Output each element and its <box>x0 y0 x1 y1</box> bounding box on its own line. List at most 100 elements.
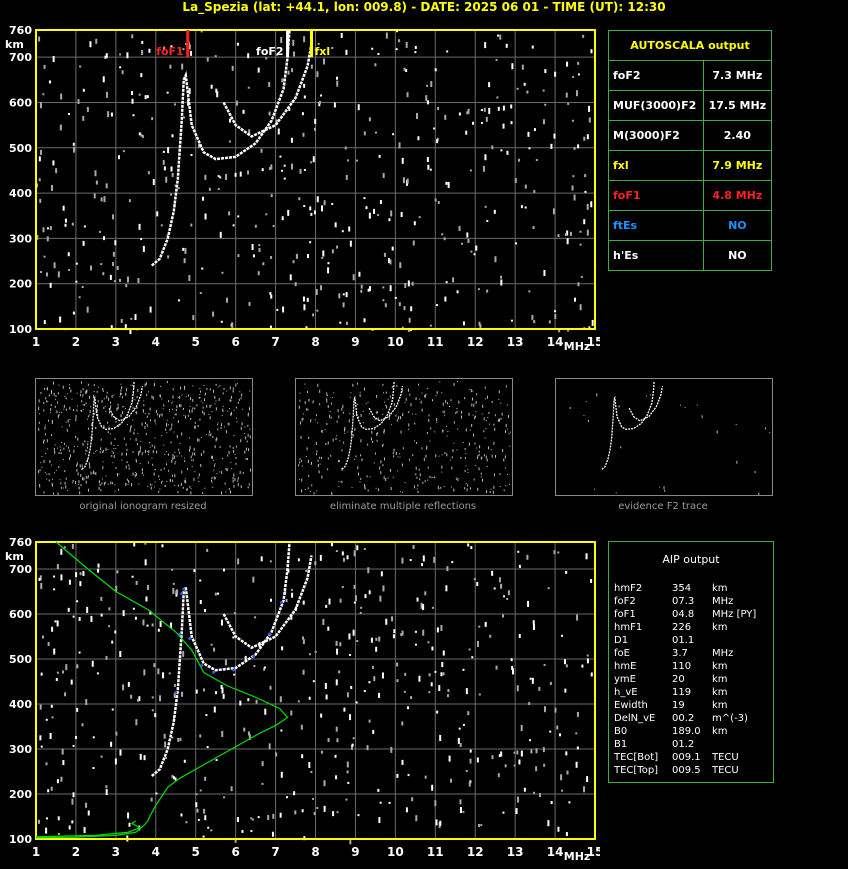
thumb-noise <box>102 449 104 452</box>
noise-dot <box>528 147 531 150</box>
thumb-noise <box>302 413 304 415</box>
thumb-noise <box>59 411 61 413</box>
noise-dot <box>573 146 576 150</box>
noise-dot <box>157 668 160 675</box>
thumb-noise <box>509 445 511 447</box>
noise-dot <box>300 724 303 730</box>
thumb-noise <box>306 447 308 451</box>
noise-dot <box>229 118 232 123</box>
thumb-noise <box>249 428 251 430</box>
thumb-noise <box>338 481 340 483</box>
thumb-noise <box>350 392 352 394</box>
thumb-noise <box>133 393 135 395</box>
thumb-noise <box>139 462 141 464</box>
thumb-noise <box>85 390 87 394</box>
noise-dot <box>312 680 315 683</box>
thumb-noise <box>227 410 229 412</box>
thumb-noise <box>453 488 455 492</box>
thumb-noise <box>44 426 46 430</box>
noise-dot <box>302 132 305 137</box>
noise-dot <box>287 70 290 75</box>
noise-dot <box>319 554 322 561</box>
thumb-noise <box>435 454 437 458</box>
noise-dot <box>40 271 43 274</box>
thumb-noise <box>69 454 71 458</box>
noise-dot <box>222 568 225 572</box>
thumb-noise <box>501 412 503 416</box>
noise-dot <box>116 266 119 271</box>
thumb-noise <box>107 421 109 424</box>
noise-dot <box>318 100 321 104</box>
thumb-eliminate <box>295 378 513 496</box>
aip-param-unit: km <box>712 661 728 672</box>
noise-dot <box>188 275 191 282</box>
noise-dot <box>401 157 404 164</box>
thumb-noise <box>319 403 321 406</box>
noise-dot <box>371 665 374 669</box>
noise-dot <box>398 39 401 43</box>
noise-dot <box>465 688 468 695</box>
thumb-noise <box>248 448 250 452</box>
noise-dot <box>50 184 53 191</box>
noise-dot <box>185 821 188 824</box>
thumb-trace <box>601 380 655 470</box>
thumb-noise <box>214 403 216 405</box>
noise-dot <box>83 225 86 228</box>
thumb-noise <box>85 480 87 484</box>
thumb-noise <box>318 470 320 474</box>
noise-dot <box>73 146 76 153</box>
noise-dot <box>357 104 360 111</box>
thumb-noise <box>82 394 84 397</box>
thumb-noise <box>80 410 82 412</box>
thumb-noise <box>172 457 174 461</box>
noise-dot <box>462 810 465 813</box>
thumb-noise <box>478 450 480 453</box>
thumb-noise <box>117 403 119 406</box>
thumb-noise <box>128 480 130 484</box>
noise-dot <box>71 222 74 226</box>
noise-dot <box>45 762 48 766</box>
noise-dot <box>270 255 273 259</box>
noise-dot <box>413 221 416 226</box>
noise-dot <box>478 625 481 628</box>
thumb-caption-evidence: evidence F2 trace <box>618 501 708 512</box>
noise-dot <box>544 68 547 73</box>
thumb-noise <box>399 453 401 455</box>
thumb-noise <box>47 401 49 403</box>
thumb-noise <box>212 486 214 488</box>
noise-dot <box>446 50 449 53</box>
thumb-noise <box>133 451 135 453</box>
thumb-noise <box>43 491 45 494</box>
noise-dot <box>406 92 409 98</box>
thumb-noise <box>141 468 143 472</box>
noise-dot <box>434 198 437 202</box>
thumb-noise <box>359 393 361 397</box>
noise-dot <box>297 558 300 562</box>
thumb-noise <box>219 446 221 449</box>
aip-param-unit: m^(-3) <box>712 713 748 724</box>
thumb-noise <box>390 468 392 472</box>
thumb-noise <box>147 461 149 464</box>
noise-dot <box>502 105 505 111</box>
thumb-noise <box>473 478 475 481</box>
noise-dot <box>415 113 418 120</box>
thumb-noise <box>506 404 508 406</box>
thumb-noise <box>299 399 301 402</box>
noise-dot <box>368 117 371 122</box>
thumb-noise <box>87 418 89 420</box>
thumb-noise <box>465 428 467 432</box>
thumb-noise <box>649 394 651 396</box>
noise-dot <box>267 815 270 821</box>
thumb-noise <box>490 448 492 450</box>
thumb-noise <box>38 413 40 415</box>
thumb-noise <box>466 488 468 492</box>
noise-dot <box>342 293 345 296</box>
noise-dot <box>379 801 382 804</box>
noise-dot <box>393 629 396 634</box>
y-axis-label: km <box>5 38 24 51</box>
x-tick-label: 1 <box>32 335 40 349</box>
thumb-noise <box>189 485 191 488</box>
thumb-noise <box>360 439 362 443</box>
thumb-noise <box>96 390 98 393</box>
noise-dot <box>586 658 589 664</box>
